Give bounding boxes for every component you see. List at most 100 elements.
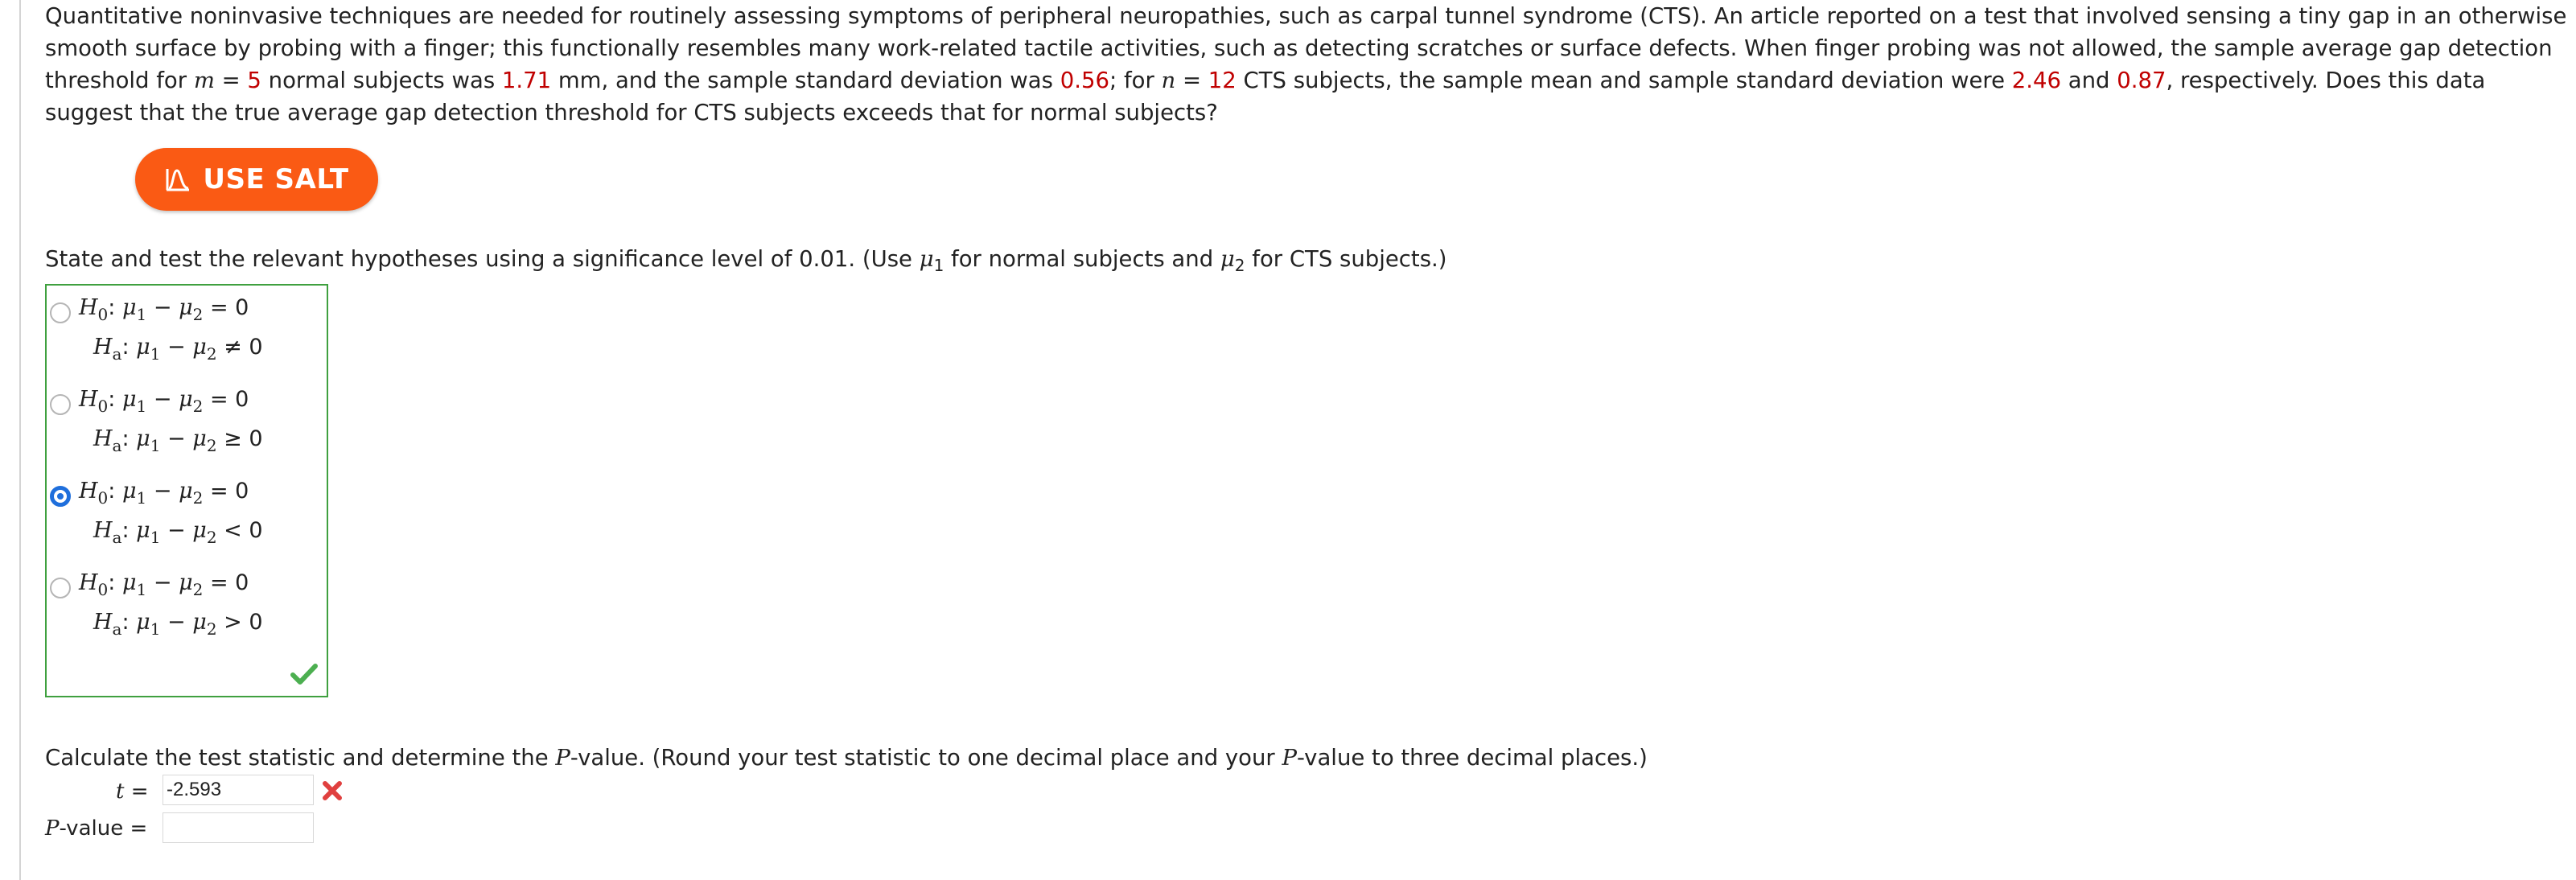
salt-chart-icon [166, 169, 190, 191]
mu-symbol: μ [192, 610, 207, 635]
p-value-label: P-value = [45, 814, 147, 843]
use-salt-label: USE SALT [203, 163, 349, 195]
null-hypothesis: H0: μ1 − μ2 = 0 [79, 295, 249, 324]
subscript: 1 [136, 397, 147, 416]
subscript: 2 [206, 436, 217, 455]
minus-sign: − [146, 479, 179, 504]
alt-hypothesis: Ha: μ1 − μ2 ≠ 0 [93, 335, 263, 364]
subscript: 1 [933, 256, 944, 275]
subscript: 0 [97, 580, 109, 599]
h-symbol: H [79, 479, 98, 504]
subscript: 1 [150, 344, 161, 364]
relation: < 0 [216, 518, 263, 543]
subscript: 0 [97, 305, 109, 324]
problem-statement: Quantitative noninvasive techniques are … [45, 0, 2571, 129]
minus-sign: − [160, 426, 193, 451]
mu-symbol: μ [1220, 246, 1235, 272]
mu-symbol: μ [136, 426, 150, 451]
radio-button[interactable] [50, 486, 71, 507]
mu-symbol: μ [192, 426, 207, 451]
subscript: 2 [206, 528, 217, 547]
t-symbol: t [116, 779, 125, 804]
subscript: 2 [1234, 256, 1245, 275]
alt-hypothesis: Ha: μ1 − μ2 < 0 [93, 518, 263, 547]
question-hypotheses-prompt: State and test the relevant hypotheses u… [45, 241, 1447, 278]
colon: : [108, 295, 122, 320]
radio-button[interactable] [50, 578, 71, 598]
subscript: a [112, 344, 122, 364]
h-symbol: H [79, 570, 98, 595]
subscript: a [112, 528, 122, 547]
prompt-text: State and test the relevant hypotheses u… [45, 246, 920, 272]
mu-symbol: μ [192, 518, 207, 543]
colon: : [121, 518, 137, 543]
minus-sign: − [160, 518, 193, 543]
subscript: 2 [192, 488, 204, 508]
mu-symbol: μ [136, 610, 150, 635]
subscript: 2 [192, 580, 204, 599]
subscript: 1 [150, 436, 161, 455]
mu-symbol: μ [179, 387, 193, 412]
mu-symbol: μ [121, 387, 137, 412]
relation: = 0 [203, 387, 249, 412]
subscript: 1 [150, 619, 161, 639]
hypothesis-choice-2[interactable]: H0: μ1 − μ2 = 0 Ha: μ1 − μ2 ≥ 0 [47, 377, 320, 458]
mu-symbol: μ [121, 570, 137, 595]
hypothesis-choice-3[interactable]: H0: μ1 − μ2 = 0 Ha: μ1 − μ2 < 0 [47, 469, 320, 549]
subscript: 1 [150, 528, 161, 547]
t-statistic-input[interactable]: -2.593 [163, 775, 314, 805]
prompt-text: for CTS subjects.) [1245, 246, 1447, 272]
h-symbol: H [93, 518, 113, 543]
relation: = 0 [203, 570, 249, 595]
var-m: m [193, 68, 215, 93]
relation: = 0 [203, 295, 249, 320]
colon: : [108, 387, 122, 412]
value-n: 12 [1208, 68, 1237, 93]
relation: ≥ 0 [216, 426, 263, 451]
mu-symbol: μ [179, 479, 193, 504]
subscript: 0 [97, 488, 109, 508]
subscript: 2 [192, 397, 204, 416]
use-salt-button[interactable]: USE SALT [135, 148, 378, 211]
mu-symbol: μ [192, 335, 207, 360]
correct-check-icon [290, 664, 318, 685]
colon: : [121, 610, 137, 635]
hypothesis-choice-4[interactable]: H0: μ1 − μ2 = 0 Ha: μ1 − μ2 > 0 [47, 561, 320, 641]
mu-symbol: μ [136, 335, 150, 360]
problem-text: ; for [1109, 68, 1162, 93]
t-label: t = [116, 777, 149, 806]
subscript: a [112, 619, 122, 639]
p-value-input[interactable] [163, 812, 314, 843]
prompt-text: Calculate the test statistic and determi… [45, 745, 556, 771]
minus-sign: − [160, 335, 193, 360]
relation: = 0 [203, 479, 249, 504]
null-hypothesis: H0: μ1 − μ2 = 0 [79, 387, 249, 416]
colon: : [121, 426, 137, 451]
alt-hypothesis: Ha: μ1 − μ2 ≥ 0 [93, 426, 263, 455]
radio-button[interactable] [50, 394, 71, 415]
problem-text: mm, and the sample standard deviation wa… [551, 68, 1060, 93]
p-symbol: P [1282, 745, 1297, 771]
mu-symbol: μ [121, 479, 137, 504]
minus-sign: − [146, 387, 179, 412]
colon: : [121, 335, 137, 360]
subscript: 2 [192, 305, 204, 324]
question-test-statistic-prompt: Calculate the test statistic and determi… [45, 740, 1648, 775]
problem-text: CTS subjects, the sample mean and sample… [1236, 68, 2012, 93]
hypotheses-choice-group: H0: μ1 − μ2 = 0 Ha: μ1 − μ2 ≠ 0 H0: μ1 − μ… [45, 284, 328, 697]
equals-sign: = [124, 779, 149, 804]
mu-symbol: μ [179, 570, 193, 595]
relation: ≠ 0 [216, 335, 263, 360]
equals-sign: = [1175, 68, 1208, 93]
radio-button[interactable] [50, 302, 71, 323]
question-panel: Quantitative noninvasive techniques are … [19, 0, 2576, 880]
hypothesis-choice-1[interactable]: H0: μ1 − μ2 = 0 Ha: μ1 − μ2 ≠ 0 [47, 286, 320, 366]
value-sd-normal: 0.56 [1060, 68, 1109, 93]
null-hypothesis: H0: μ1 − μ2 = 0 [79, 570, 249, 599]
minus-sign: − [146, 570, 179, 595]
h-symbol: H [93, 335, 113, 360]
problem-text: normal subjects was [261, 68, 502, 93]
subscript: 1 [136, 305, 147, 324]
prompt-text: -value. (Round your test statistic to on… [570, 745, 1282, 771]
alt-hypothesis: Ha: μ1 − μ2 > 0 [93, 610, 263, 639]
